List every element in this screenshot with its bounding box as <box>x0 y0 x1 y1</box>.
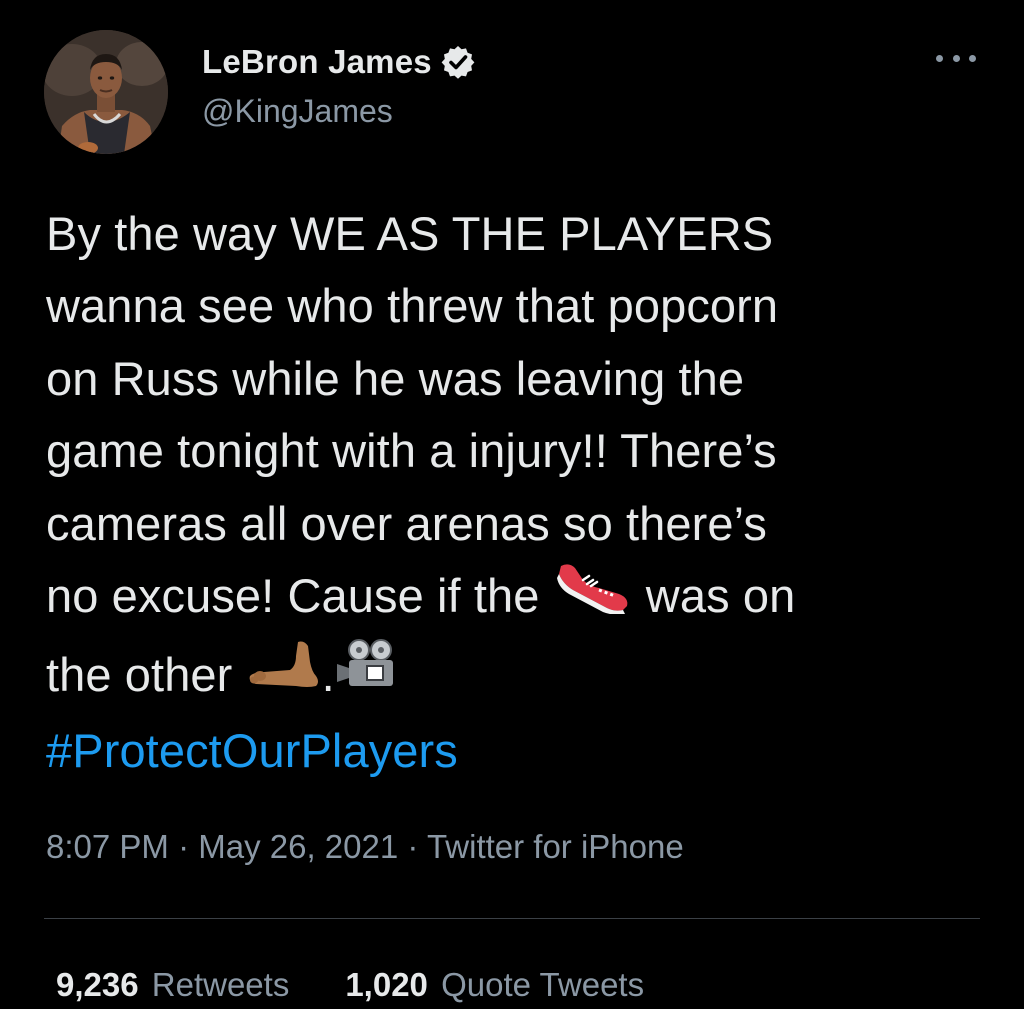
more-dot <box>936 54 943 62</box>
more-options-icon[interactable] <box>936 46 976 70</box>
tweet-line: By the way WE AS THE PLAYERS <box>46 207 774 260</box>
tweet-line: cameras all over arenas so there’s <box>46 496 767 550</box>
meta-separator: · <box>168 828 199 865</box>
author-handle[interactable]: @KingJames <box>202 93 393 130</box>
running-shoe-emoji-icon <box>553 556 633 634</box>
tweet-source-link[interactable]: Twitter for iPhone <box>427 828 684 865</box>
hashtag-link[interactable]: #ProtectOurPlayers <box>46 724 458 777</box>
movie-camera-emoji-icon <box>335 638 399 710</box>
tweet-body: By the way WE AS THE PLAYERS wanna see w… <box>46 198 986 787</box>
more-dot <box>952 54 960 62</box>
tweet-date[interactable]: May 26, 2021 <box>198 828 398 865</box>
retweets-stat[interactable]: 9,236 Retweets <box>56 966 289 1004</box>
author-display-name[interactable]: LeBron James <box>202 43 432 81</box>
tweet-line: wanna see who threw that popcorn <box>46 279 779 333</box>
tweet-time[interactable]: 8:07 PM <box>46 828 169 865</box>
retweets-label: Retweets <box>151 966 290 1003</box>
quote-tweets-count: 1,020 <box>345 966 428 1003</box>
tweet-line: on Russ while he was leaving the <box>46 351 745 405</box>
more-dot <box>969 54 976 62</box>
tweet-text-segment: . <box>321 647 335 701</box>
quote-tweets-label: Quote Tweets <box>441 966 645 1003</box>
retweets-count: 9,236 <box>56 966 139 1003</box>
meta-separator: · <box>398 828 427 865</box>
tweet-text-segment: no excuse! Cause if the <box>46 569 553 623</box>
tweet-meta: 8:07 PM · May 26, 2021 · Twitter for iPh… <box>46 828 684 866</box>
tweet-stats: 9,236 Retweets 1,020 Quote Tweets <box>56 966 700 1004</box>
tweet-line: no excuse! Cause if the was on <box>46 560 986 639</box>
tweet-line: the other . <box>46 639 986 715</box>
foot-emoji-icon <box>246 638 322 710</box>
quote-tweets-stat[interactable]: 1,020 Quote Tweets <box>345 966 644 1004</box>
tweet-text-segment: was on <box>632 569 796 623</box>
tweet-author-avatar[interactable] <box>44 30 168 154</box>
tweet-text-segment: the other <box>46 647 246 701</box>
divider <box>44 918 980 919</box>
avatar-photo <box>44 30 168 154</box>
tweet-line: #ProtectOurPlayers <box>46 715 986 787</box>
verified-badge-icon <box>440 44 476 80</box>
tweet-line: game tonight with a injury!! There’s <box>46 424 777 478</box>
author-name-row[interactable]: LeBron James <box>202 40 476 84</box>
